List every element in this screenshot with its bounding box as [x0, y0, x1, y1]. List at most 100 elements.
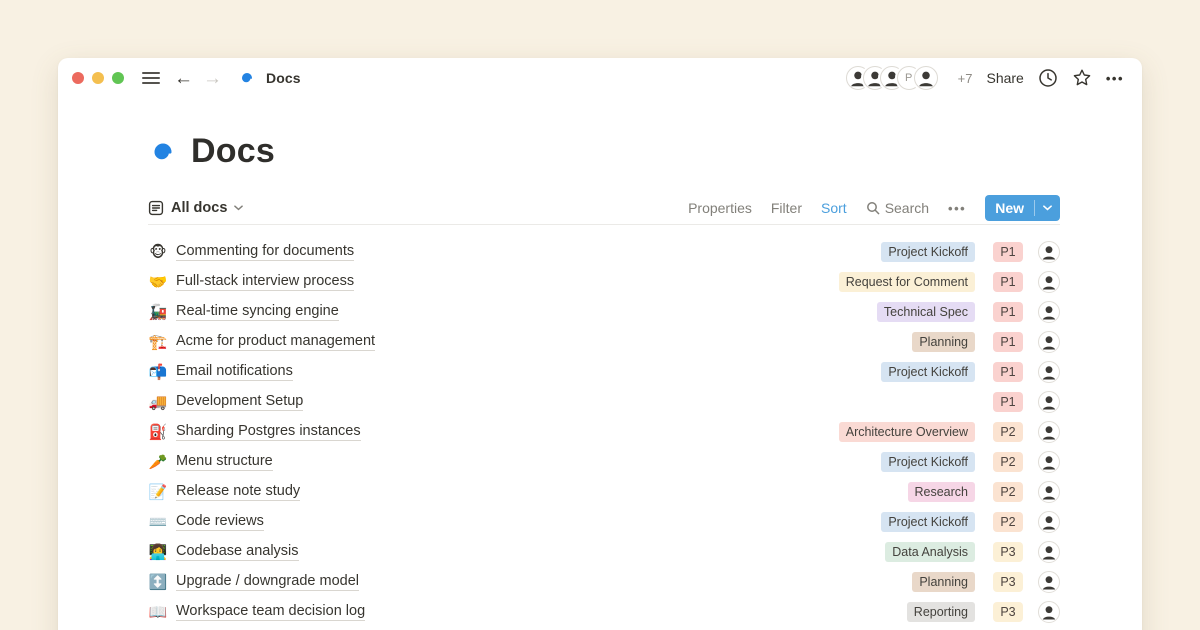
doc-owner-avatar[interactable] — [1038, 511, 1060, 533]
doc-priority-badge[interactable]: P2 — [993, 512, 1023, 532]
back-arrow-icon[interactable]: ← — [174, 69, 193, 88]
search-icon — [866, 201, 880, 215]
doc-title-link[interactable]: Commenting for documents — [176, 243, 354, 261]
doc-row[interactable]: ↕️ Upgrade / downgrade model Planning P3 — [148, 567, 1060, 597]
doc-tag-badge[interactable]: Planning — [912, 572, 975, 592]
search-button[interactable]: Search — [866, 200, 929, 216]
doc-row[interactable]: 🚂 Real-time syncing engine Technical Spe… — [148, 297, 1060, 327]
doc-row[interactable]: 📝 Release note study Research P2 — [148, 477, 1060, 507]
filter-button[interactable]: Filter — [771, 200, 802, 216]
doc-title-link[interactable]: Workspace team decision log — [176, 603, 365, 621]
doc-priority-badge[interactable]: P3 — [993, 542, 1023, 562]
doc-tag-badge[interactable]: Architecture Overview — [839, 422, 975, 442]
doc-title-link[interactable]: Release note study — [176, 483, 300, 501]
doc-owner-avatar[interactable] — [1038, 271, 1060, 293]
doc-row[interactable]: 🚚 Development Setup P1 — [148, 387, 1060, 417]
doc-title-link[interactable]: Development Setup — [176, 393, 303, 411]
minimize-window-button[interactable] — [92, 72, 104, 84]
doc-owner-avatar[interactable] — [1038, 331, 1060, 353]
doc-owner-avatar[interactable] — [1038, 391, 1060, 413]
doc-tag-badge[interactable]: Data Analysis — [885, 542, 975, 562]
doc-title-link[interactable]: Sharding Postgres instances — [176, 423, 361, 441]
doc-tag-badge[interactable]: Project Kickoff — [881, 362, 975, 382]
properties-button[interactable]: Properties — [688, 200, 752, 216]
doc-emoji-icon: 👩‍💻 — [148, 545, 168, 560]
view-switcher[interactable]: All docs — [148, 200, 243, 216]
doc-owner-avatar[interactable] — [1038, 541, 1060, 563]
doc-priority-badge[interactable]: P1 — [993, 302, 1023, 322]
doc-priority-badge[interactable]: P2 — [993, 422, 1023, 442]
avatar[interactable] — [914, 66, 938, 90]
view-name: All docs — [171, 200, 227, 216]
collaborator-avatars[interactable]: P — [846, 66, 938, 90]
close-window-button[interactable] — [72, 72, 84, 84]
doc-owner-avatar[interactable] — [1038, 241, 1060, 263]
new-doc-dropdown[interactable] — [1035, 195, 1060, 221]
doc-owner-avatar[interactable] — [1038, 301, 1060, 323]
doc-title-link[interactable]: Codebase analysis — [176, 543, 299, 561]
person-portrait-icon — [1039, 512, 1059, 532]
doc-owner-avatar[interactable] — [1038, 361, 1060, 383]
doc-title-link[interactable]: Upgrade / downgrade model — [176, 573, 359, 591]
doc-tag-badge[interactable]: Reporting — [907, 602, 975, 622]
view-more-icon[interactable]: ••• — [948, 201, 966, 216]
new-doc-button[interactable]: New — [985, 195, 1060, 221]
doc-row[interactable]: 🥕 Menu structure Project Kickoff P2 — [148, 447, 1060, 477]
doc-title-link[interactable]: Real-time syncing engine — [176, 303, 339, 321]
doc-tag-badge[interactable]: Planning — [912, 332, 975, 352]
doc-emoji-icon: 📖 — [148, 605, 168, 620]
doc-priority-badge[interactable]: P3 — [993, 572, 1023, 592]
doc-list: 🐵 Commenting for documents Project Kicko… — [148, 237, 1060, 630]
favorite-star-icon[interactable] — [1072, 68, 1092, 88]
doc-owner-avatar[interactable] — [1038, 421, 1060, 443]
doc-row[interactable]: 📬 Email notifications Project Kickoff P1 — [148, 357, 1060, 387]
doc-priority-badge[interactable]: P1 — [993, 332, 1023, 352]
doc-row[interactable]: 👩‍💻 Codebase analysis Data Analysis P3 — [148, 537, 1060, 567]
doc-title-link[interactable]: Acme for product management — [176, 333, 375, 351]
doc-tag-badge[interactable]: Project Kickoff — [881, 512, 975, 532]
doc-tag-badge[interactable]: Project Kickoff — [881, 452, 975, 472]
doc-owner-avatar[interactable] — [1038, 451, 1060, 473]
doc-tag-badge[interactable]: Technical Spec — [877, 302, 975, 322]
maximize-window-button[interactable] — [112, 72, 124, 84]
doc-tag-badge[interactable]: Research — [908, 482, 976, 502]
person-portrait-icon — [1039, 302, 1059, 322]
history-clock-icon[interactable] — [1038, 68, 1058, 88]
doc-emoji-icon: ⌨️ — [148, 515, 168, 530]
doc-priority-badge[interactable]: P1 — [993, 392, 1023, 412]
person-portrait-icon — [1039, 272, 1059, 292]
docs-spiral-icon — [148, 137, 178, 167]
page-content: Docs All docs Properties Filter Sort — [58, 132, 1142, 630]
doc-title-link[interactable]: Full-stack interview process — [176, 273, 354, 291]
doc-row[interactable]: 📖 Workspace team decision log Reporting … — [148, 597, 1060, 627]
doc-priority-badge[interactable]: P1 — [993, 272, 1023, 292]
doc-priority-badge[interactable]: P3 — [993, 602, 1023, 622]
sidebar-menu-icon[interactable] — [142, 72, 160, 84]
doc-row[interactable]: ⛽ Sharding Postgres instances Architectu… — [148, 417, 1060, 447]
doc-title-link[interactable]: Menu structure — [176, 453, 273, 471]
person-portrait-icon — [1039, 542, 1059, 562]
doc-priority-badge[interactable]: P2 — [993, 452, 1023, 472]
sort-button[interactable]: Sort — [821, 200, 847, 216]
doc-priority-badge[interactable]: P1 — [993, 362, 1023, 382]
forward-arrow-icon[interactable]: → — [203, 69, 222, 88]
doc-tag-badge[interactable]: Project Kickoff — [881, 242, 975, 262]
person-portrait-icon — [1039, 452, 1059, 472]
doc-priority-badge[interactable]: P2 — [993, 482, 1023, 502]
doc-row[interactable]: 🏗️ Acme for product management Planning … — [148, 327, 1060, 357]
doc-row[interactable]: 🐵 Commenting for documents Project Kicko… — [148, 237, 1060, 267]
doc-emoji-icon: ⛽ — [148, 425, 168, 440]
doc-owner-avatar[interactable] — [1038, 481, 1060, 503]
doc-title-link[interactable]: Code reviews — [176, 513, 264, 531]
doc-owner-avatar[interactable] — [1038, 601, 1060, 623]
doc-row[interactable]: ⌨️ Code reviews Project Kickoff P2 — [148, 507, 1060, 537]
doc-title-link[interactable]: Email notifications — [176, 363, 293, 381]
window-controls — [72, 72, 124, 84]
share-button[interactable]: Share — [986, 70, 1023, 86]
doc-owner-avatar[interactable] — [1038, 571, 1060, 593]
doc-priority-badge[interactable]: P1 — [993, 242, 1023, 262]
more-options-icon[interactable]: ••• — [1106, 71, 1124, 86]
chevron-down-icon — [234, 205, 243, 211]
doc-row[interactable]: 🤝 Full-stack interview process Request f… — [148, 267, 1060, 297]
doc-tag-badge[interactable]: Request for Comment — [839, 272, 975, 292]
